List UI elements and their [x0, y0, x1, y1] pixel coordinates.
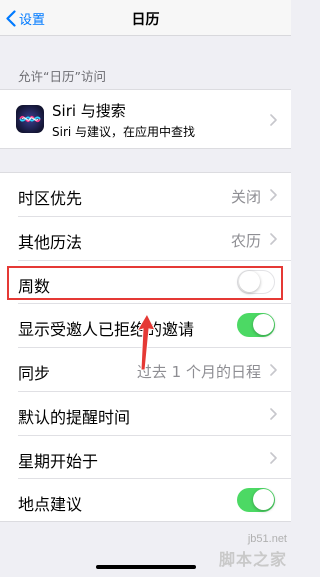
show-declined-toggle[interactable]: [237, 313, 275, 338]
alternate-calendars-value: 农历: [230, 231, 261, 250]
default-alert-row[interactable]: 默认的提醒时间: [0, 392, 291, 436]
page-title: 日历: [131, 12, 160, 28]
watermark-site: jb51.net: [247, 533, 287, 545]
location-suggestions-toggle[interactable]: [237, 488, 275, 513]
chevron-right-icon: [270, 451, 277, 464]
watermark: jb51.net 脚本之家: [219, 533, 287, 570]
calendar-settings-group: 时区优先 关闭 其他历法 农历 周数 显示受邀人已拒绝的邀请 同步 过去 1 个…: [0, 172, 291, 522]
siri-icon: [16, 105, 44, 133]
chevron-right-icon: [270, 364, 277, 376]
sync-value: 过去 1 个月的日程: [136, 363, 261, 381]
alternate-calendars-label: 其他历法: [18, 232, 83, 252]
siri-search-subtitle: Siri 与建议，在应用中查找: [52, 125, 196, 139]
chevron-right-icon: [270, 232, 277, 245]
siri-search-row[interactable]: Siri 与搜索 Siri 与建议，在应用中查找: [0, 89, 291, 149]
section-header-allow-access: 允许“日历”访问: [18, 69, 106, 84]
sync-row[interactable]: 同步 过去 1 个月的日程: [0, 348, 291, 392]
week-start-row[interactable]: 星期开始于: [0, 436, 291, 480]
toggle-knob: [239, 270, 260, 292]
show-declined-label: 显示受邀人已拒绝的邀请: [18, 320, 195, 340]
alternate-calendars-row[interactable]: 其他历法 农历: [0, 217, 291, 261]
time-zone-override-row[interactable]: 时区优先 关闭: [0, 173, 291, 217]
show-declined-row: 显示受邀人已拒绝的邀请: [0, 304, 291, 348]
toggle-knob: [253, 314, 274, 336]
week-numbers-label: 周数: [18, 276, 51, 296]
toggle-knob: [253, 489, 274, 511]
chevron-right-icon: [270, 114, 277, 126]
chevron-right-icon: [270, 407, 277, 420]
location-suggestions-label: 地点建议: [18, 495, 83, 515]
default-alert-label: 默认的提醒时间: [18, 407, 131, 427]
chevron-right-icon: [270, 189, 277, 201]
week-numbers-row: 周数: [0, 261, 291, 305]
location-suggestions-row: 地点建议: [0, 479, 291, 523]
sync-label: 同步: [18, 364, 51, 383]
home-indicator: [96, 565, 196, 569]
week-numbers-toggle[interactable]: [237, 269, 275, 294]
week-start-label: 星期开始于: [18, 451, 99, 471]
time-zone-override-value: 关闭: [230, 188, 261, 206]
siri-search-title: Siri 与搜索: [52, 102, 126, 120]
time-zone-override-label: 时区优先: [18, 189, 83, 208]
watermark-name: 脚本之家: [218, 550, 287, 569]
navigation-bar: 设置 日历: [0, 0, 291, 36]
